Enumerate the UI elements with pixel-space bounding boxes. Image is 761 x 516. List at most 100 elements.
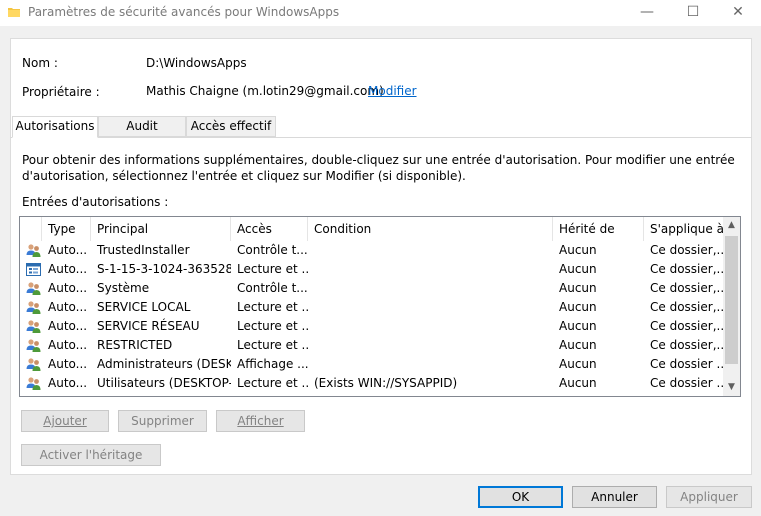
app-package-icon — [26, 262, 41, 277]
remove-button-label: Supprimer — [131, 414, 194, 428]
cancel-button[interactable]: Annuler — [572, 486, 657, 508]
cell-access: Lecture et ... — [237, 338, 308, 352]
cell-inherited-from: Aucun — [559, 243, 597, 257]
add-button[interactable]: Ajouter — [21, 410, 109, 432]
header-icon-col — [20, 217, 42, 241]
header-applies-to[interactable]: S'applique à — [644, 217, 723, 241]
owner-modify-link[interactable]: Modifier — [368, 84, 417, 98]
cell-type: Auto... — [48, 376, 88, 390]
cell-access: Lecture et ... — [237, 262, 308, 276]
window-title: Paramètres de sécurité avancés pour Wind… — [28, 5, 340, 19]
table-row[interactable]: Auto... S-1-15-3-1024-363528... Lecture et… — [20, 260, 723, 279]
cell-applies-to: Ce dossier,... — [650, 319, 723, 333]
view-button[interactable]: Afficher — [216, 410, 305, 432]
cell-applies-to: Ce dossier,... — [650, 243, 723, 257]
cell-inherited-from: Aucun — [559, 319, 597, 333]
user-group-icon — [26, 319, 41, 334]
cell-access: Lecture et ... — [237, 319, 308, 333]
folder-icon — [8, 8, 20, 17]
tab-permissions[interactable]: Autorisations — [12, 116, 98, 138]
description-text: Pour obtenir des informations supplément… — [22, 153, 735, 183]
table-row[interactable]: Auto... SERVICE RÉSEAU Lecture et ... Aucun… — [20, 317, 723, 336]
table-row[interactable]: Auto... Utilisateurs (DESKTOP-... Lecture … — [20, 374, 723, 393]
cell-inherited-from: Aucun — [559, 281, 597, 295]
entries-label: Entrées d'autorisations : — [22, 195, 169, 209]
add-button-label: Ajouter — [43, 414, 87, 428]
cell-principal: S-1-15-3-1024-363528... — [97, 262, 231, 276]
header-inherited-from[interactable]: Hérité de — [553, 217, 644, 241]
cell-type: Auto... — [48, 319, 88, 333]
cell-applies-to: Ce dossier,... — [650, 338, 723, 352]
permission-entries-list[interactable]: Type Principal Accès Condition Hérité de… — [19, 216, 741, 397]
cell-inherited-from: Aucun — [559, 357, 597, 371]
cell-type: Auto... — [48, 300, 88, 314]
minimize-button[interactable]: — — [624, 0, 670, 26]
header-access[interactable]: Accès — [231, 217, 308, 241]
ok-button[interactable]: OK — [478, 486, 563, 508]
user-group-icon — [26, 376, 41, 391]
header-condition[interactable]: Condition — [308, 217, 553, 241]
user-group-icon — [26, 281, 41, 296]
cell-inherited-from: Aucun — [559, 376, 597, 390]
scroll-down-icon[interactable]: ▼ — [723, 379, 740, 396]
cell-access: Lecture et ... — [237, 300, 308, 314]
cell-inherited-from: Aucun — [559, 338, 597, 352]
cell-condition — [308, 241, 553, 260]
cancel-button-label: Annuler — [591, 490, 638, 504]
remove-button[interactable]: Supprimer — [118, 410, 207, 432]
table-row[interactable]: Auto... Système Contrôle t... Aucun Ce dossi… — [20, 279, 723, 298]
cell-principal: SERVICE LOCAL — [97, 300, 191, 314]
apply-button-label: Appliquer — [680, 490, 738, 504]
table-row[interactable]: Auto... SERVICE LOCAL Lecture et ... Aucun C… — [20, 298, 723, 317]
enable-inheritance-label: Activer l'héritage — [39, 448, 143, 462]
cell-access: Lecture et ... — [237, 376, 308, 390]
cell-principal: TrustedInstaller — [97, 243, 190, 257]
user-group-icon — [26, 338, 41, 353]
cell-type: Auto... — [48, 243, 88, 257]
tab-audit[interactable]: Audit — [98, 116, 186, 137]
cell-inherited-from: Aucun — [559, 262, 597, 276]
owner-label: Propriétaire : — [22, 85, 100, 99]
cell-applies-to: Ce dossier,... — [650, 262, 723, 276]
scroll-up-icon[interactable]: ▲ — [723, 217, 740, 234]
user-group-icon — [26, 357, 41, 372]
vertical-scrollbar[interactable]: ▲ ▼ — [723, 217, 740, 396]
cell-applies-to: Ce dossier,... — [650, 281, 723, 295]
cell-type: Auto... — [48, 281, 88, 295]
cell-inherited-from: Aucun — [559, 300, 597, 314]
cell-type: Auto... — [48, 338, 88, 352]
cell-condition — [308, 317, 553, 336]
user-group-icon — [26, 243, 41, 258]
table-row[interactable]: Auto... RESTRICTED Lecture et ... Aucun Ce d… — [20, 336, 723, 355]
table-row[interactable]: Auto... TrustedInstaller Contrôle t... Aucu… — [20, 241, 723, 260]
header-type[interactable]: Type — [42, 217, 91, 241]
name-label: Nom : — [22, 56, 58, 70]
tab-divider — [10, 137, 752, 138]
owner-value: Mathis Chaigne (m.lotin29@gmail.com) — [146, 84, 384, 98]
cell-access: Contrôle t... — [237, 243, 308, 257]
name-value: D:\WindowsApps — [146, 56, 247, 70]
apply-button[interactable]: Appliquer — [666, 486, 752, 508]
cell-principal: Système — [97, 281, 150, 295]
cell-principal: SERVICE RÉSEAU — [97, 319, 200, 333]
cell-condition — [308, 355, 553, 374]
cell-condition — [308, 336, 553, 355]
header-principal[interactable]: Principal — [91, 217, 231, 241]
enable-inheritance-button[interactable]: Activer l'héritage — [21, 444, 161, 466]
cell-principal: RESTRICTED — [97, 338, 173, 352]
maximize-button[interactable]: ☐ — [670, 0, 716, 26]
cell-applies-to: Ce dossier ... — [650, 376, 723, 390]
cell-type: Auto... — [48, 262, 88, 276]
cell-condition — [308, 260, 553, 279]
cell-applies-to: Ce dossier ... — [650, 357, 723, 371]
cell-condition — [308, 298, 553, 317]
ok-button-label: OK — [511, 490, 530, 504]
title-bar: Paramètres de sécurité avancés pour Wind… — [0, 0, 761, 26]
tab-effective-access[interactable]: Accès effectif — [186, 116, 276, 137]
cell-condition: (Exists WIN://SYSAPPID) — [314, 376, 458, 390]
list-header: Type Principal Accès Condition Hérité de… — [20, 217, 723, 241]
scroll-thumb[interactable] — [725, 236, 738, 364]
table-row[interactable]: Auto... Administrateurs (DESK... Affichage… — [20, 355, 723, 374]
close-button[interactable]: ✕ — [715, 0, 761, 26]
cell-type: Auto... — [48, 357, 88, 371]
